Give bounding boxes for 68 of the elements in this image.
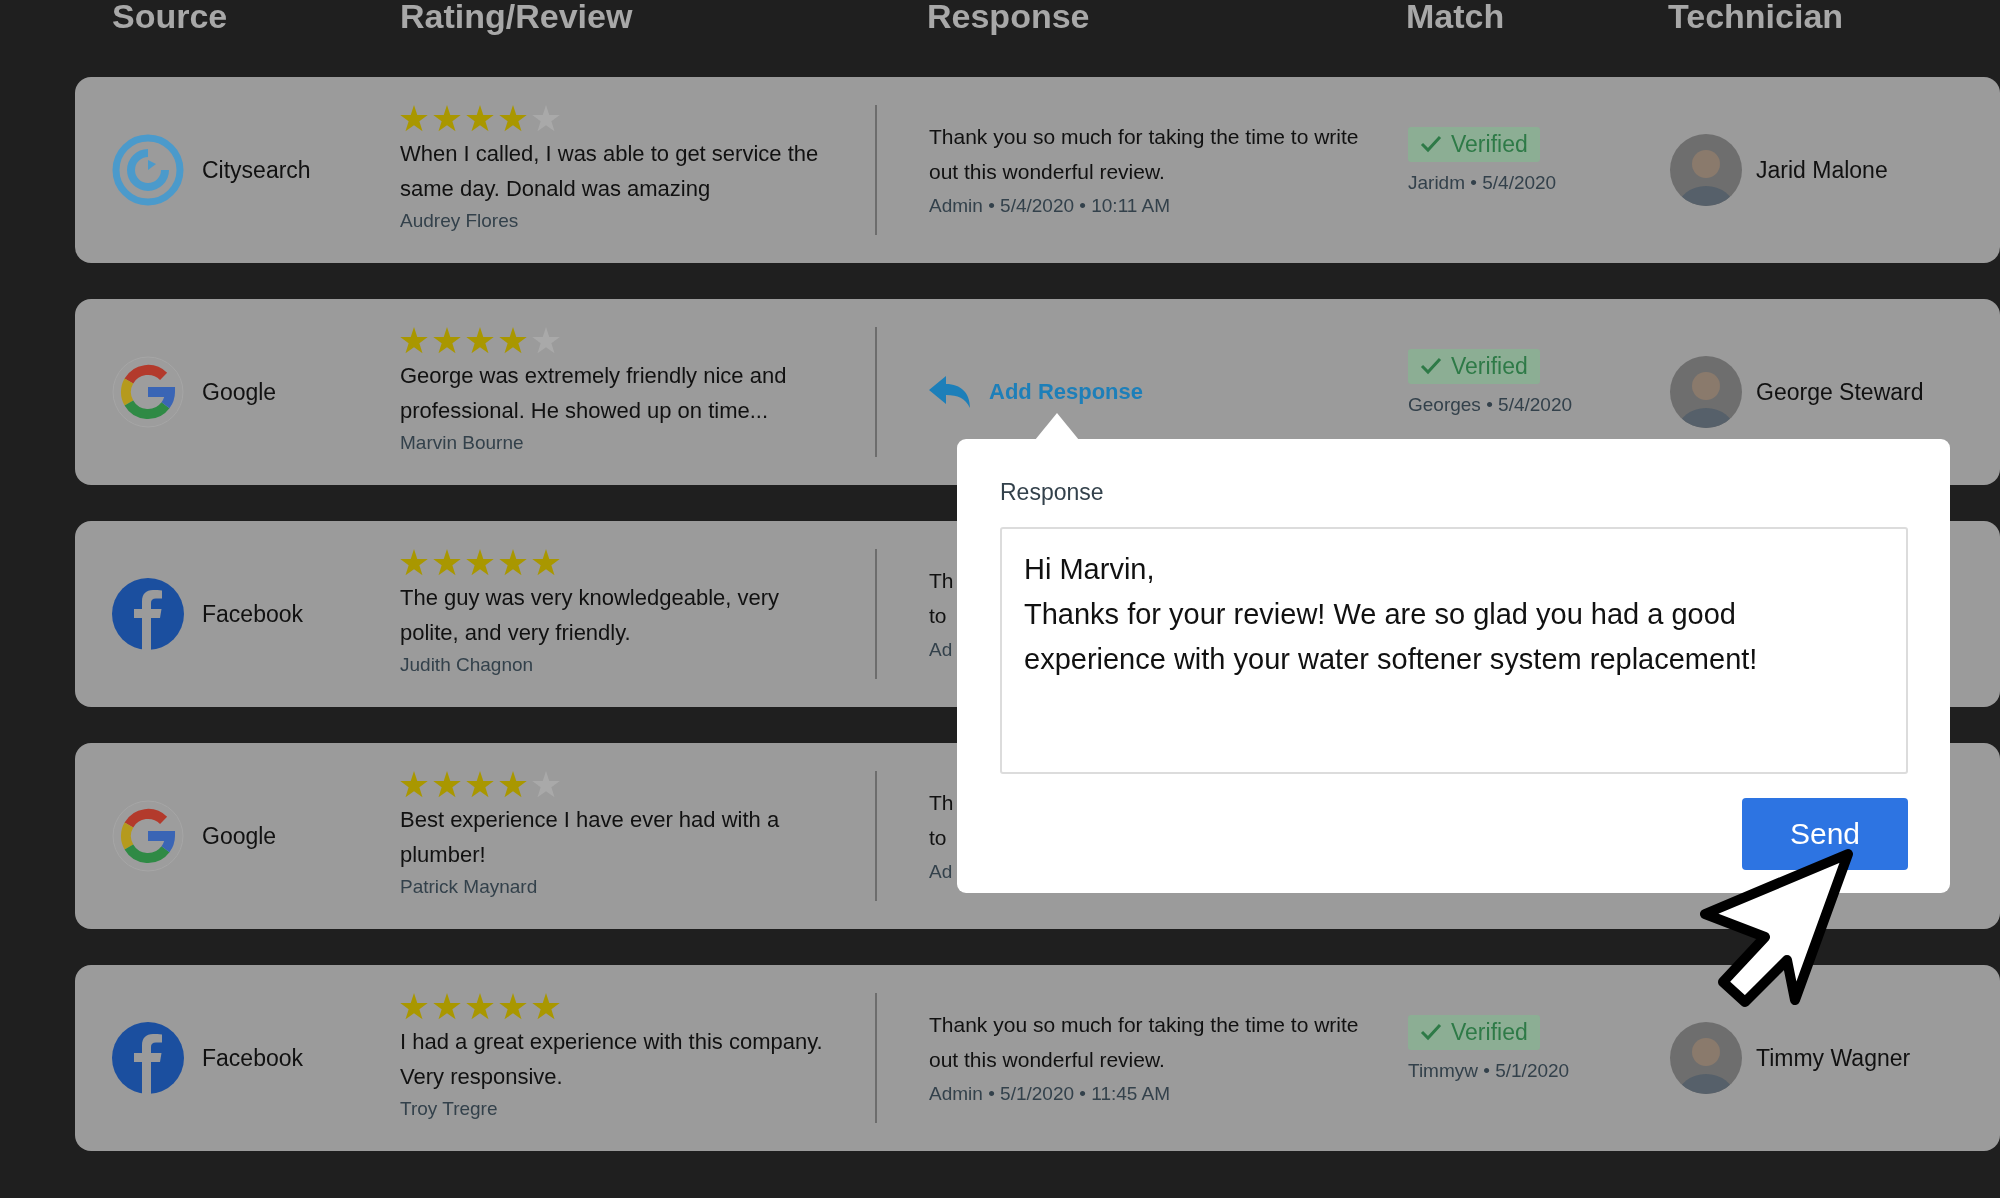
response-meta: Ad [929, 860, 953, 884]
match-meta: Timmyw • 5/1/2020 [1408, 1058, 1570, 1083]
response-text: Th to [929, 790, 954, 851]
response-meta: Admin • 5/1/2020 • 11:45 AM [929, 1082, 1171, 1106]
target-icon [112, 134, 184, 206]
filled-star-icon [466, 548, 494, 576]
match-meta: Georges • 5/4/2020 [1408, 392, 1573, 417]
filled-star-icon [532, 548, 560, 576]
facebook-icon [112, 1022, 184, 1094]
review-text: George was extremely friendly nice and professional. He showed up on time... [400, 361, 788, 425]
filled-star-icon [466, 770, 494, 798]
response-field[interactable]: Hi Marvin, Thanks for your review! We are so glad you had a good experience with your water softener system replacement! [1000, 527, 1908, 774]
send-button[interactable]: Send [1742, 798, 1908, 870]
filled-star-icon [400, 992, 428, 1020]
column-header: Response [927, 0, 1091, 34]
source-name: Facebook [202, 1044, 303, 1072]
reviewer-name: Troy Tregre [400, 1096, 498, 1121]
technician-name: Timmy Wagner [1756, 1044, 1911, 1072]
technician-name: Jarid Malone [1756, 156, 1888, 184]
filled-star-icon [466, 104, 494, 132]
response-meta: Admin • 5/4/2020 • 10:11 AM [929, 194, 1171, 218]
filled-star-icon [532, 992, 560, 1020]
response-meta: Ad [929, 638, 953, 662]
reviewer-name: Audrey Flores [400, 208, 519, 233]
filled-star-icon [433, 770, 461, 798]
reviewer-name: Patrick Maynard [400, 874, 538, 899]
review-text: When I called, I was able to get service the same day. Donald was amazing [400, 139, 820, 203]
filled-star-icon [433, 104, 461, 132]
filled-star-icon [466, 326, 494, 354]
reviewer-name: Marvin Bourne [400, 430, 524, 455]
reviewer-name: Judith Chagnon [400, 652, 534, 677]
column-header: Technician [1668, 0, 1845, 34]
filled-star-icon [466, 992, 494, 1020]
response-text: Thank you so much for taking the time to write out this wonderful review. [929, 1012, 1359, 1073]
filled-star-icon [499, 992, 527, 1020]
google-icon [112, 356, 184, 428]
filled-star-icon [499, 104, 527, 132]
field-label: Response [1000, 478, 1105, 507]
verified-badge: Verified [1408, 348, 1540, 384]
review-text: I had a great experience with this company. Very responsive. [400, 1027, 824, 1091]
review-text: The guy was very knowledgeable, very polite, and very friendly. [400, 583, 781, 647]
source-name: Google [202, 378, 277, 406]
response-text: Thank you so much for taking the time to write out this wonderful review. [929, 124, 1359, 185]
source-name: Citysearch [202, 156, 311, 184]
technician-name: George Steward [1756, 378, 1924, 406]
column-header: Source [112, 0, 229, 34]
column-header: Rating/Review [400, 0, 634, 34]
filled-star-icon [400, 770, 428, 798]
filled-star-icon [400, 548, 428, 576]
verified-badge: Verified [1408, 126, 1540, 162]
filled-star-icon [499, 770, 527, 798]
column-header: Match [1406, 0, 1506, 34]
filled-star-icon [499, 326, 527, 354]
response-text: Th to [929, 568, 954, 629]
source-name: Facebook [202, 600, 303, 628]
match-meta: Jaridm • 5/4/2020 [1408, 170, 1557, 195]
google-icon [112, 800, 184, 872]
source-name: Google [202, 822, 277, 850]
reply-icon [929, 376, 971, 408]
filled-star-icon [400, 326, 428, 354]
filled-star-icon [433, 326, 461, 354]
review-text: Best experience I have ever had with a plumber! [400, 805, 781, 869]
facebook-icon [112, 578, 184, 650]
filled-star-icon [433, 548, 461, 576]
filled-star-icon [499, 548, 527, 576]
verified-badge: Verified [1408, 1014, 1540, 1050]
filled-star-icon [433, 992, 461, 1020]
filled-star-icon [400, 104, 428, 132]
